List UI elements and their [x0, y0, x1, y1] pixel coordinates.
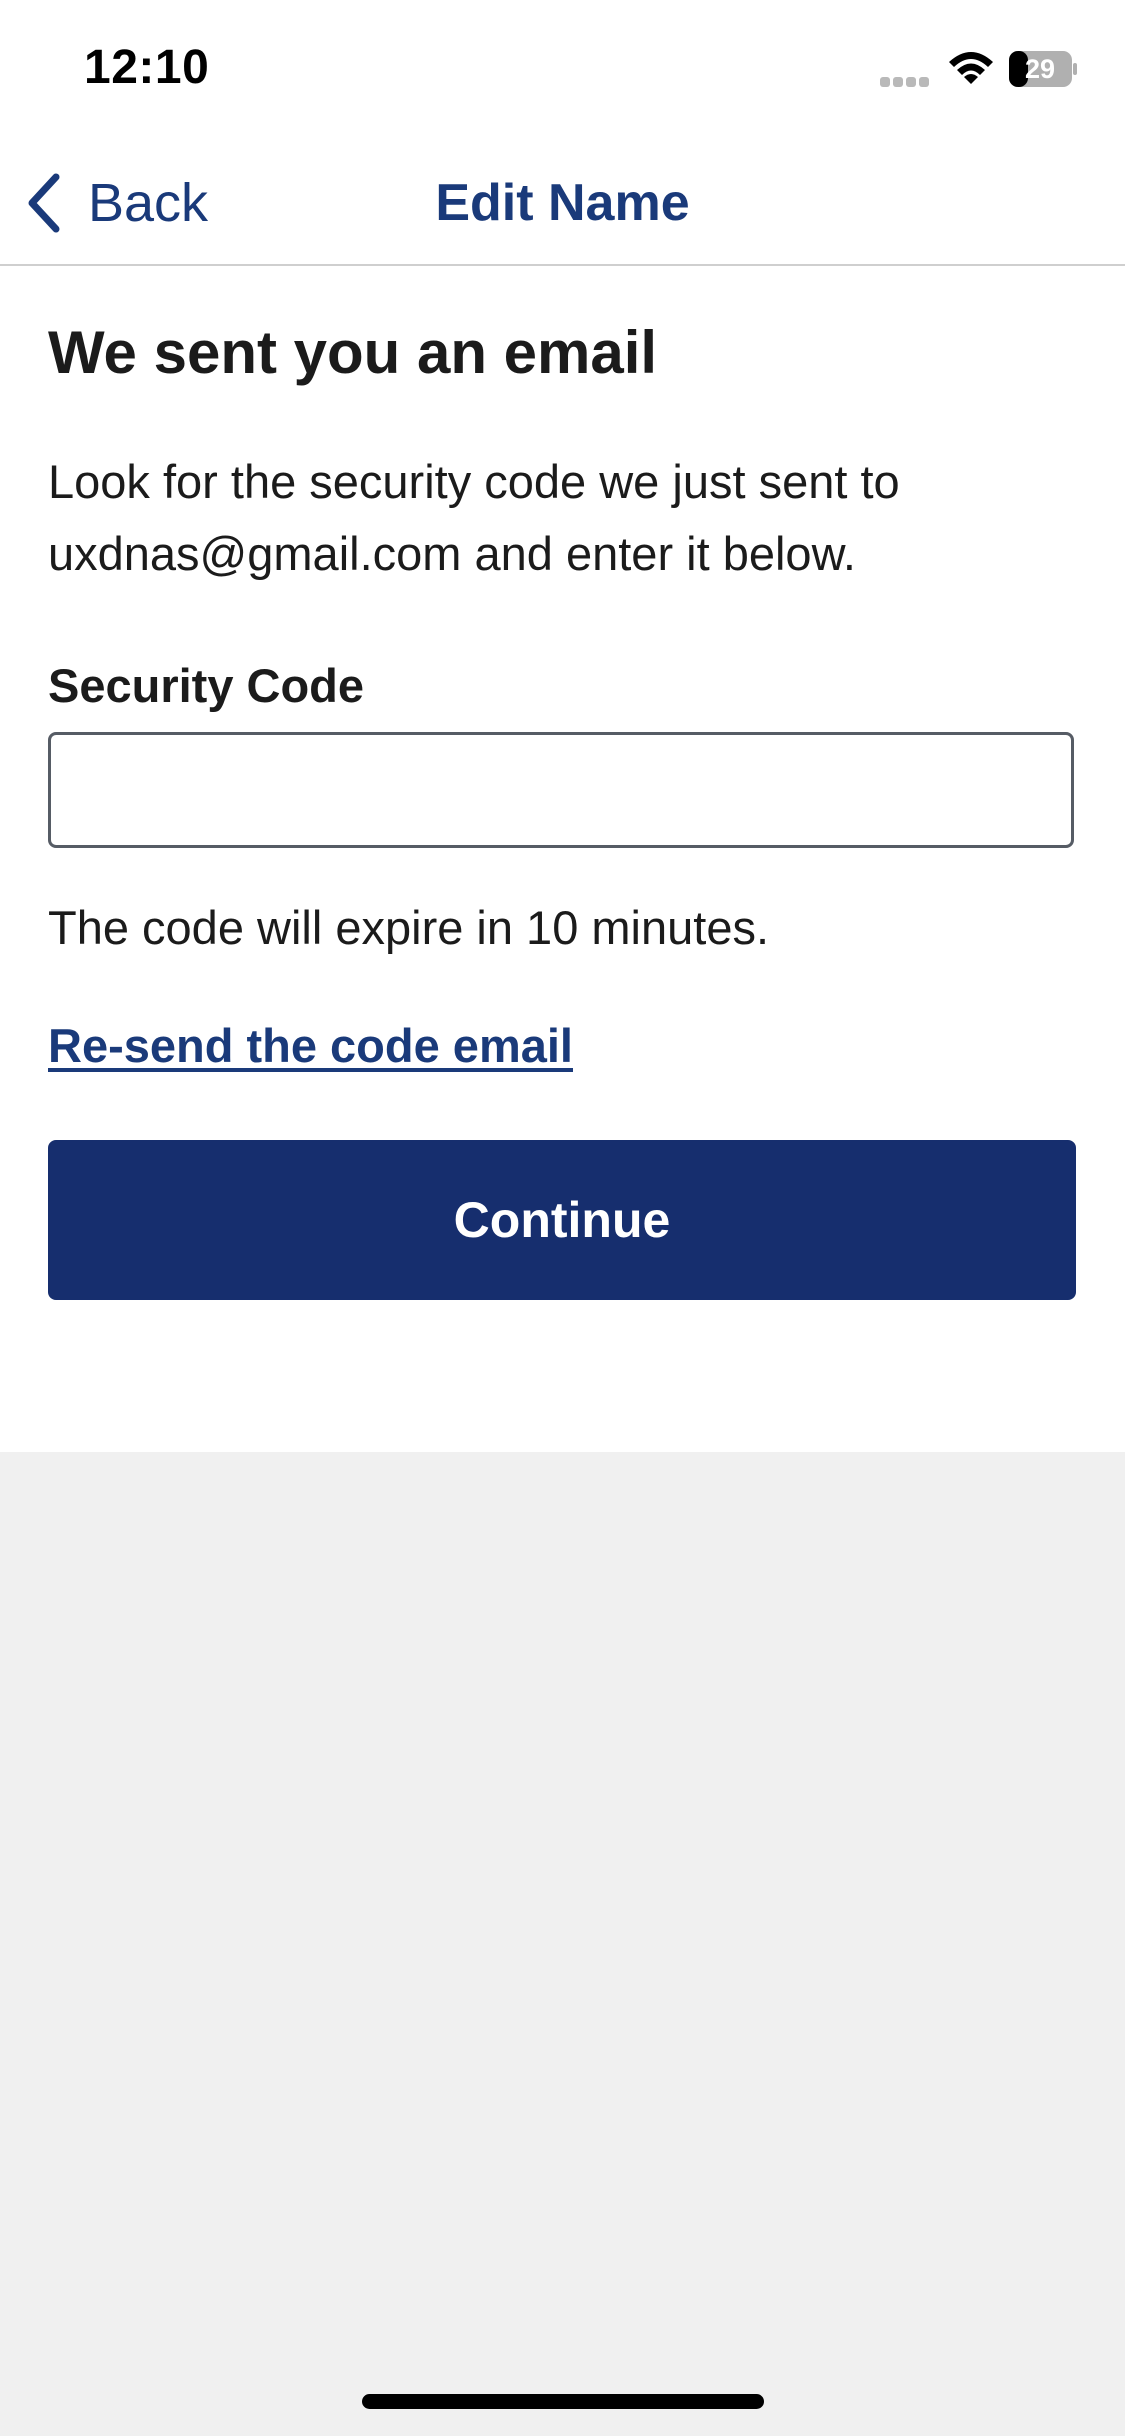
continue-button[interactable]: Continue: [48, 1140, 1076, 1300]
status-bar: 12:10 29: [0, 0, 1125, 140]
resend-code-link[interactable]: Re-send the code email: [48, 1018, 573, 1073]
wifi-icon: [949, 52, 993, 84]
home-indicator[interactable]: [362, 2394, 764, 2409]
heading: We sent you an email: [48, 319, 658, 386]
intro-text: Look for the security code we just sent …: [48, 455, 900, 580]
security-code-label: Security Code: [48, 659, 365, 712]
main-content: We sent you an email Look for the securi…: [0, 266, 1125, 1452]
navigation-bar: Back Edit Name: [0, 140, 1125, 266]
battery-level: 29: [1025, 54, 1055, 84]
security-code-input[interactable]: [48, 732, 1074, 848]
status-time: 12:10: [84, 41, 210, 94]
chevron-left-icon: [28, 173, 60, 233]
phone-screen: 12:10 29 Back Edit Name We sent you an e…: [0, 0, 1125, 2436]
back-label: Back: [88, 173, 209, 233]
expiration-note: The code will expire in 10 minutes.: [48, 901, 770, 954]
back-button[interactable]: Back: [26, 166, 208, 240]
battery-icon: 29: [1009, 51, 1077, 87]
signal-icon: [880, 74, 934, 88]
